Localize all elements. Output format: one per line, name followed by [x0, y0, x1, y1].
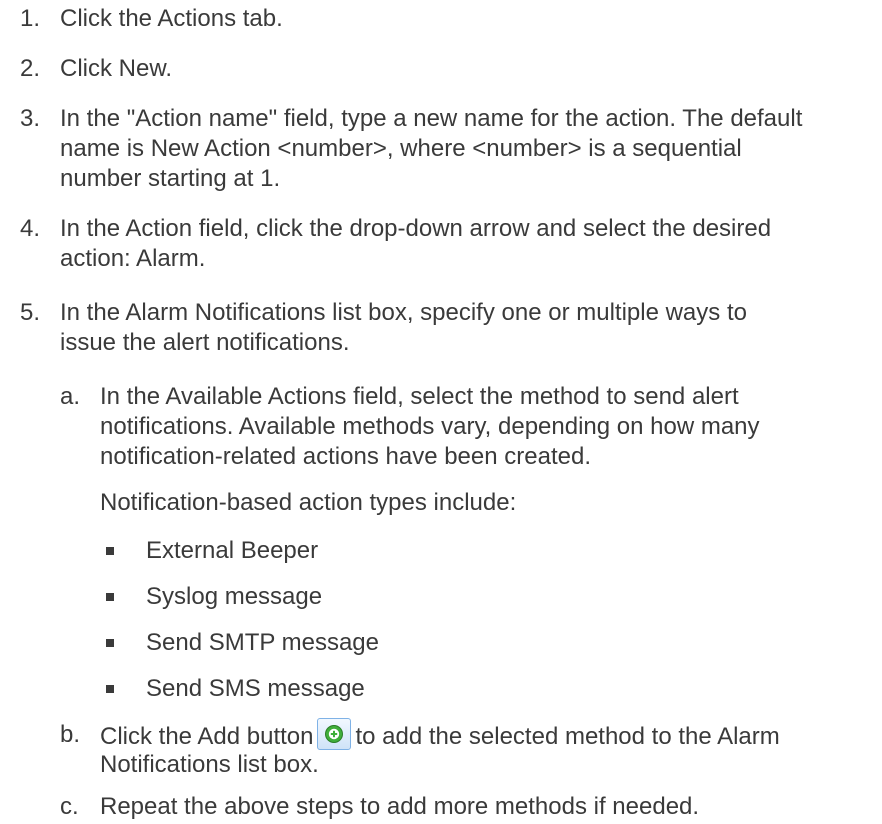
- substep-marker: c.: [60, 793, 79, 820]
- step-text-line: Click New.: [60, 55, 173, 82]
- step-text-line: issue the alert notifications.: [60, 329, 350, 356]
- bullet-text: Send SMS message: [146, 675, 365, 702]
- substep-text-line: Repeat the above steps to add more metho…: [100, 793, 700, 820]
- substep-text-line: In the Available Actions field, select t…: [100, 383, 739, 410]
- step-text-line: number starting at 1.: [60, 165, 281, 192]
- substep-marker: a.: [60, 383, 81, 410]
- step-number: 2.: [20, 55, 41, 82]
- intro-text: Notification-based action types include:: [100, 489, 517, 516]
- step-text-line: Click the Actions tab.: [60, 5, 283, 32]
- click-add-text: Click the Add button: [100, 723, 314, 750]
- step-text-line: action: Alarm.: [60, 245, 206, 272]
- add-method-text: to add the selected method to the Alarm: [355, 723, 780, 750]
- bullet-marker: [106, 593, 114, 601]
- step-text-line: In the Alarm Notifications list box, spe…: [60, 299, 747, 326]
- bullet-marker: [106, 639, 114, 647]
- step-text-line: name is New Action <number>, where <numb…: [60, 135, 742, 162]
- step-number: 1.: [20, 5, 41, 32]
- bullet-marker: [106, 685, 114, 693]
- step-number: 3.: [20, 105, 41, 132]
- bullet-text: External Beeper: [146, 537, 319, 564]
- substep-text-line: notification-related actions have been c…: [100, 443, 591, 470]
- step-text-line: In the Action field, click the drop-down…: [60, 215, 772, 242]
- step-number: 4.: [20, 215, 41, 242]
- substep-marker: b.: [60, 721, 81, 748]
- step-number: 5.: [20, 299, 41, 326]
- substep-text-line: notifications. Available methods vary, d…: [100, 413, 760, 440]
- add-circle-icon: [317, 718, 352, 750]
- bullet-text: Syslog message: [146, 583, 323, 610]
- substep-text-line: Notifications list box.: [100, 751, 319, 778]
- bullet-marker: [106, 547, 114, 555]
- step-text-line: In the "Action name" field, type a new n…: [60, 105, 803, 132]
- bullet-text: Send SMTP message: [146, 629, 380, 656]
